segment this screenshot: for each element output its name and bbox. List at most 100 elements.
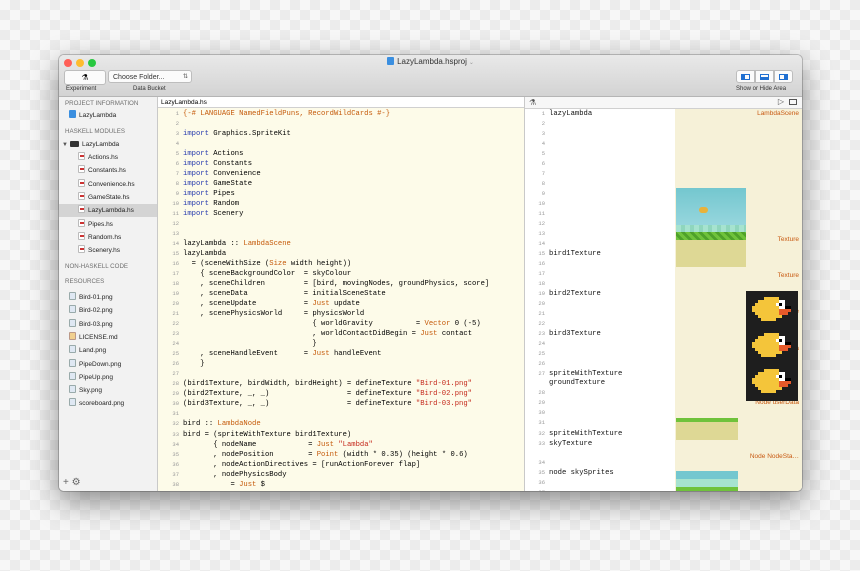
playground-results: ⚗ ▷ 1 lazyLambda 2 3 4 5 6 7 8 9 10 11 12 13 14 15 bird1… bbox=[525, 97, 802, 491]
code-line[interactable]: 30 (bird3Texture, _, _) = defineTexture "… bbox=[158, 399, 489, 409]
code-line[interactable]: 20 , sceneUpdate = Just update bbox=[158, 299, 489, 309]
toggle-bottom-area-button[interactable] bbox=[755, 70, 774, 83]
disclosure-triangle-icon[interactable]: ▼ bbox=[62, 142, 68, 148]
sidebar-item-label: Constants.hs bbox=[88, 167, 126, 175]
window-title-bar[interactable]: LazyLambda.hsproj ⌄ bbox=[59, 57, 802, 66]
ground-texture-image bbox=[676, 418, 738, 440]
gear-icon[interactable]: ⚙ bbox=[72, 477, 81, 488]
sidebar-item-resource[interactable]: Bird-03.png bbox=[59, 318, 157, 331]
right-panel-icon bbox=[779, 73, 788, 80]
code-token: (width * 0.35) (height * 0.6) bbox=[338, 450, 468, 459]
code-line[interactable]: 36 , nodeActionDirectives = [runActionFo… bbox=[158, 460, 489, 470]
code-line[interactable]: 16 = (sceneWithSize (Size width height)) bbox=[158, 259, 489, 269]
code-token: Vector bbox=[424, 320, 451, 329]
code-line[interactable]: 22 { worldGravity = Vector 0 (-5) bbox=[158, 319, 489, 329]
code-line[interactable]: 32 bird :: LambdaNode bbox=[158, 419, 489, 429]
sidebar-item-module[interactable]: LazyLambda.hs bbox=[59, 204, 157, 218]
code-line[interactable]: 24 } bbox=[158, 339, 489, 349]
toggle-right-area-button[interactable] bbox=[774, 70, 793, 83]
sidebar-item-label: Bird-02.png bbox=[79, 307, 113, 315]
line-number: 37 bbox=[172, 470, 179, 478]
code-line[interactable]: 10 import Random bbox=[158, 199, 489, 209]
source-code[interactable]: 1 {-# LANGUAGE NamedFieldPuns, RecordWild… bbox=[158, 109, 489, 491]
code-line[interactable]: 15 lazyLambda bbox=[158, 249, 489, 259]
result-line: 8 bbox=[525, 179, 622, 189]
code-line[interactable]: 1 {-# LANGUAGE NamedFieldPuns, RecordWild… bbox=[158, 109, 489, 119]
line-number: 33 bbox=[172, 430, 179, 438]
sidebar-item-module[interactable]: Pipes.hs bbox=[59, 218, 157, 231]
code-line[interactable]: 35 , nodePosition = Point (width * 0.35)… bbox=[158, 450, 489, 460]
code-token: LambdaScene bbox=[243, 240, 291, 249]
editor-file-tab[interactable]: LazyLambda.hs bbox=[158, 97, 524, 108]
sidebar-item-module[interactable]: GameState.hs bbox=[59, 191, 157, 204]
toggle-left-area-button[interactable] bbox=[736, 70, 755, 83]
sidebar-item-module[interactable]: Random.hs bbox=[59, 231, 157, 244]
sidebar-item-resource[interactable]: Sky.png bbox=[59, 384, 157, 397]
sidebar-item-resource[interactable]: LICENSE.md bbox=[59, 331, 157, 344]
sidebar-item-module[interactable]: Scenery.hs bbox=[59, 244, 157, 257]
project-navigator: PROJECT INFORMATION LazyLambda HASKELL M… bbox=[59, 97, 158, 491]
bird-pixel bbox=[779, 387, 782, 390]
code-line[interactable]: 3 import Graphics.SpriteKit bbox=[158, 129, 489, 139]
code-line[interactable]: 18 , sceneChildren = [bird, movingNodes,… bbox=[158, 279, 489, 289]
code-line[interactable]: 23 , worldContactDidBegin = Just contact bbox=[158, 329, 489, 339]
code-line[interactable]: 12 bbox=[158, 219, 489, 229]
code-line[interactable]: 25 , sceneHandleEvent = Just handleEvent bbox=[158, 349, 489, 359]
code-line[interactable]: 31 bbox=[158, 409, 489, 419]
sidebar-item-resource[interactable]: Land.png bbox=[59, 344, 157, 357]
code-line[interactable]: 29 (bird2Texture, _, _) = defineTexture "… bbox=[158, 389, 489, 399]
result-line: 23 bird3Texture bbox=[525, 329, 622, 339]
hide-console-icon[interactable] bbox=[789, 99, 797, 105]
line-number: 33 bbox=[538, 439, 545, 447]
code-line[interactable]: 13 bbox=[158, 229, 489, 239]
play-icon[interactable]: ▷ bbox=[778, 97, 784, 106]
code-line[interactable]: 26 } bbox=[158, 359, 489, 369]
result-type-tag: LambdaScene bbox=[757, 110, 799, 117]
code-line[interactable]: 38 = Just $ bbox=[158, 480, 489, 490]
code-line[interactable]: 7 import Convenience bbox=[158, 169, 489, 179]
experiment-button[interactable]: ⚗ bbox=[64, 70, 106, 85]
code-line[interactable]: 14 lazyLambda :: LambdaScene bbox=[158, 239, 489, 249]
code-line[interactable]: 27 bbox=[158, 369, 489, 379]
code-line[interactable]: 34 { nodeName = Just "Lambda" bbox=[158, 440, 489, 450]
code-line[interactable]: 39 (bodyWithCircleOfRadius (birdHeight /… bbox=[158, 490, 489, 492]
toolbar: LazyLambda.hsproj ⌄ ⚗ Choose Folder... ⇅ … bbox=[59, 55, 802, 97]
code-editor[interactable]: LazyLambda.hs 1 {-# LANGUAGE NamedFieldPu… bbox=[158, 97, 524, 491]
sidebar-item-resource[interactable]: PipeUp.png bbox=[59, 371, 157, 384]
line-number: 5 bbox=[175, 150, 179, 158]
code-line[interactable]: 2 bbox=[158, 119, 489, 129]
code-line[interactable]: 17 { sceneBackgroundColor = skyColour bbox=[158, 269, 489, 279]
line-number: 4 bbox=[541, 140, 545, 148]
code-line[interactable]: 28 (bird1Texture, birdWidth, birdHeight) … bbox=[158, 379, 489, 389]
image-file-icon bbox=[69, 345, 76, 354]
bird-pixel bbox=[785, 312, 788, 315]
markdown-file-icon bbox=[69, 331, 76, 340]
line-number: 2 bbox=[175, 120, 179, 128]
code-line[interactable]: 9 import Pipes bbox=[158, 189, 489, 199]
sidebar-item-resource[interactable]: Bird-01.png bbox=[59, 291, 157, 304]
line-number: 15 bbox=[172, 250, 179, 258]
sidebar-item-resource[interactable]: scoreboard.png bbox=[59, 397, 157, 410]
sidebar-item-module[interactable]: Actions.hs bbox=[59, 151, 157, 164]
code-line[interactable]: 21 , scenePhysicsWorld = physicsWorld bbox=[158, 309, 489, 319]
add-icon[interactable]: + bbox=[63, 477, 69, 488]
sidebar-item-resource[interactable]: PipeDown.png bbox=[59, 358, 157, 371]
sidebar-item-module[interactable]: Convenience.hs bbox=[59, 178, 157, 191]
code-line[interactable]: 5 import Actions bbox=[158, 149, 489, 159]
sidebar-folder-lazylambda[interactable]: ▼ LazyLambda bbox=[59, 138, 157, 151]
choose-folder-popup[interactable]: Choose Folder... ⇅ bbox=[108, 70, 192, 83]
sidebar-item-resource[interactable]: Bird-02.png bbox=[59, 304, 157, 317]
code-token: , sceneChildren = [bird, movingNodes, gr… bbox=[183, 280, 490, 289]
code-line[interactable]: 37 , nodePhysicsBody bbox=[158, 470, 489, 480]
code-line[interactable]: 8 import GameState bbox=[158, 179, 489, 189]
sidebar-item-project[interactable]: LazyLambda bbox=[59, 109, 157, 122]
code-line[interactable]: 6 import Constants bbox=[158, 159, 489, 169]
code-line[interactable]: 19 , sceneData = initialSceneState bbox=[158, 289, 489, 299]
line-number: 34 bbox=[172, 440, 179, 448]
line-number: 31 bbox=[172, 410, 179, 418]
code-line[interactable]: 33 bird = (spriteWithTexture bird1Texture… bbox=[158, 430, 489, 440]
sidebar-item-label: LazyLambda bbox=[79, 112, 117, 119]
code-line[interactable]: 4 bbox=[158, 139, 489, 149]
sidebar-item-module[interactable]: Constants.hs bbox=[59, 164, 157, 177]
code-line[interactable]: 11 import Scenery bbox=[158, 209, 489, 219]
